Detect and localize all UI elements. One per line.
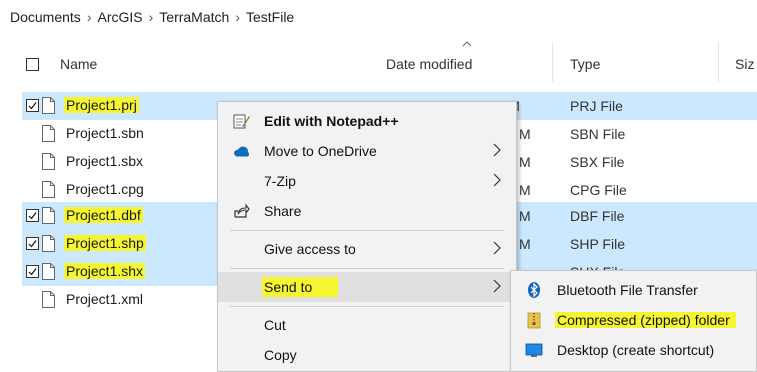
file-name[interactable]: Project1.shx bbox=[64, 263, 146, 279]
breadcrumb-testfile[interactable]: TestFile bbox=[246, 9, 294, 25]
submenu-item-label: Desktop (create shortcut) bbox=[557, 342, 715, 358]
file-type: PRJ File bbox=[570, 98, 623, 114]
file-name[interactable]: Project1.prj bbox=[64, 97, 139, 113]
menu-item-label: Copy bbox=[264, 347, 297, 363]
menu-item-label: Edit with Notepad++ bbox=[264, 113, 399, 129]
share-icon bbox=[234, 203, 250, 218]
checkmark-icon bbox=[28, 212, 37, 220]
file-date-modified: M bbox=[519, 154, 531, 170]
menu-item-label: 7-Zip bbox=[264, 173, 296, 189]
row-checkbox[interactable] bbox=[26, 209, 39, 222]
menu-item-copy[interactable]: Copy bbox=[218, 340, 516, 370]
file-icon bbox=[42, 153, 55, 170]
menu-separator bbox=[230, 230, 504, 231]
row-checkbox[interactable] bbox=[26, 99, 39, 112]
file-icon bbox=[42, 125, 55, 142]
file-name[interactable]: Project1.cpg bbox=[64, 181, 146, 197]
row-checkbox[interactable] bbox=[26, 237, 39, 250]
column-divider[interactable] bbox=[552, 42, 553, 82]
sort-ascending-icon bbox=[462, 41, 472, 47]
file-type: DBF File bbox=[570, 208, 625, 224]
menu-item-label: Move to OneDrive bbox=[264, 143, 377, 159]
menu-item-send-to[interactable]: Send to bbox=[218, 272, 516, 302]
column-divider[interactable] bbox=[718, 42, 719, 82]
column-header-type[interactable]: Type bbox=[570, 56, 600, 72]
menu-item-label: Share bbox=[264, 203, 302, 219]
file-icon bbox=[42, 207, 55, 224]
row-checkbox[interactable] bbox=[26, 293, 39, 306]
chevron-right-icon bbox=[493, 173, 501, 187]
send-to-submenu: Bluetooth File Transfer Compressed (zipp… bbox=[510, 270, 757, 372]
menu-item-label: Send to bbox=[262, 277, 339, 297]
menu-item-cut[interactable]: Cut bbox=[218, 310, 516, 340]
send-to-highlight: Send to bbox=[262, 277, 339, 297]
select-all-checkbox[interactable] bbox=[26, 58, 39, 71]
file-type: SHP File bbox=[570, 236, 625, 252]
breadcrumb-separator: › bbox=[86, 9, 92, 25]
menu-item-7zip[interactable]: 7-Zip bbox=[218, 166, 516, 196]
menu-separator bbox=[230, 268, 504, 269]
notepad-plus-plus-icon bbox=[233, 114, 250, 129]
chevron-right-icon bbox=[493, 279, 501, 293]
submenu-item-label: Compressed (zipped) folder bbox=[555, 312, 736, 328]
zipped-folder-icon bbox=[527, 312, 541, 329]
onedrive-cloud-icon bbox=[234, 146, 249, 157]
file-name[interactable]: Project1.dbf bbox=[64, 207, 143, 223]
row-checkbox[interactable] bbox=[26, 127, 39, 140]
menu-item-share[interactable]: Share bbox=[218, 196, 516, 226]
context-menu: Edit with Notepad++ Move to OneDrive 7-Z… bbox=[217, 101, 517, 372]
file-icon bbox=[42, 181, 55, 198]
desktop-icon bbox=[525, 343, 543, 357]
submenu-item-compressed-folder[interactable]: Compressed (zipped) folder bbox=[511, 305, 756, 335]
breadcrumb-separator: › bbox=[235, 9, 240, 25]
file-name[interactable]: Project1.sbx bbox=[64, 153, 145, 169]
breadcrumb-separator: › bbox=[148, 9, 154, 25]
breadcrumb-documents[interactable]: Documents bbox=[10, 9, 81, 25]
chevron-right-icon bbox=[493, 241, 501, 255]
row-checkbox[interactable] bbox=[26, 265, 39, 278]
chevron-right-icon bbox=[493, 143, 501, 157]
file-icon bbox=[42, 263, 55, 280]
row-checkbox[interactable] bbox=[26, 155, 39, 168]
menu-item-move-to-onedrive[interactable]: Move to OneDrive bbox=[218, 136, 516, 166]
file-icon bbox=[42, 291, 55, 308]
submenu-item-bluetooth[interactable]: Bluetooth File Transfer bbox=[511, 275, 756, 305]
file-type: CPG File bbox=[570, 182, 627, 198]
menu-item-label: Give access to bbox=[264, 241, 356, 257]
file-date-modified: M bbox=[519, 208, 531, 224]
checkmark-icon bbox=[28, 102, 37, 110]
column-header-date-modified[interactable]: Date modified bbox=[386, 56, 472, 72]
submenu-item-desktop[interactable]: Desktop (create shortcut) bbox=[511, 335, 756, 365]
file-type: SBN File bbox=[570, 126, 626, 142]
file-name[interactable]: Project1.shp bbox=[64, 235, 146, 251]
checkmark-icon bbox=[28, 268, 37, 276]
menu-item-label: Cut bbox=[264, 317, 286, 333]
file-name[interactable]: Project1.sbn bbox=[64, 125, 146, 141]
breadcrumb-terramatch[interactable]: TerraMatch bbox=[159, 9, 229, 25]
menu-item-give-access[interactable]: Give access to bbox=[218, 234, 516, 264]
breadcrumb-arcgis[interactable]: ArcGIS bbox=[97, 9, 142, 25]
submenu-item-label: Bluetooth File Transfer bbox=[557, 282, 698, 298]
file-type: SBX File bbox=[570, 154, 625, 170]
file-icon bbox=[42, 97, 55, 114]
checkmark-icon bbox=[28, 240, 37, 248]
row-checkbox[interactable] bbox=[26, 183, 39, 196]
column-header-name[interactable]: Name bbox=[60, 56, 97, 72]
file-date-modified: M bbox=[519, 126, 531, 142]
column-header-size[interactable]: Siz bbox=[735, 56, 754, 72]
file-date-modified: M bbox=[519, 236, 531, 252]
file-name[interactable]: Project1.xml bbox=[64, 291, 145, 307]
menu-separator bbox=[230, 306, 504, 307]
breadcrumb: Documents › ArcGIS › TerraMatch › TestFile bbox=[10, 9, 294, 25]
menu-item-edit-notepad[interactable]: Edit with Notepad++ bbox=[218, 106, 516, 136]
file-icon bbox=[42, 235, 55, 252]
file-date-modified: M bbox=[519, 182, 531, 198]
bluetooth-icon bbox=[528, 282, 540, 298]
